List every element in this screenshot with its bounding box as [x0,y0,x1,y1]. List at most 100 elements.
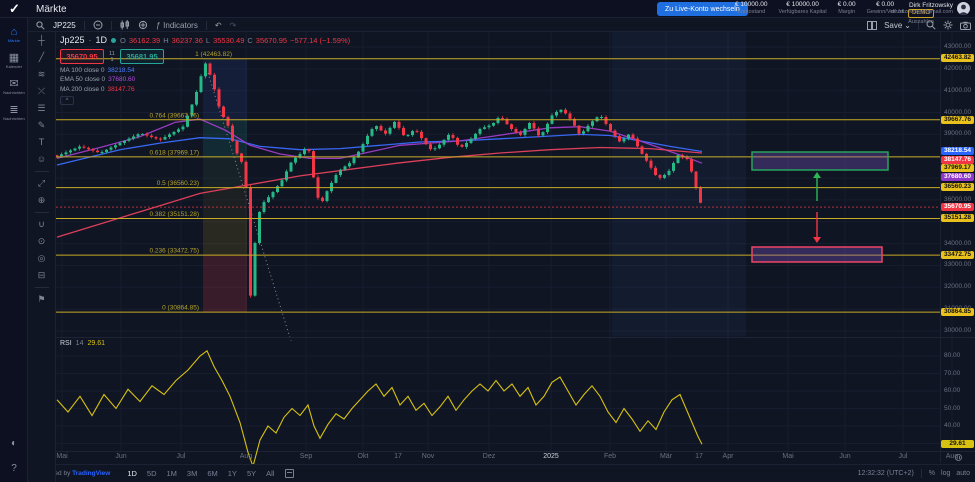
market-open-dot [111,37,117,43]
calendar-icon: ▦ [8,52,20,64]
rsi-grid-label: 60.00 [944,387,961,394]
scale-mode-log[interactable]: log [941,470,950,477]
price-label-chip: 37680.60 [941,173,974,181]
indicators-button[interactable]: ƒ Indicators [156,21,198,30]
scale-mode-%[interactable]: % [929,470,935,477]
eye-icon[interactable]: ◎ [28,250,55,267]
stat-label: Kontostand [737,9,766,15]
price-label-chip: 36560.23 [941,183,974,192]
account-stat: € 10000.00 Verfügbares Kapital [779,1,827,16]
buy-button[interactable]: 35681.95 [120,49,164,64]
demand-zone-box[interactable] [751,246,883,263]
chart-type-icon[interactable] [120,20,130,30]
price-grid-label: 43000.00 [944,43,972,50]
indicator-row[interactable]: EMA 50 close 0 37680.60 [60,76,350,83]
help-icon[interactable]: ? [0,463,28,474]
undo-icon[interactable]: ↶ [215,21,222,30]
drawing-toolbar: ┼ ╱ ≋ ⤫ ☰ ✎ T ☺ ⤢ ⊕ ∪ ⊙ ◎ ⊟ ⚑ [28,32,56,482]
range-3m[interactable]: 3M [184,468,200,479]
sidebar-item-nachrichten[interactable]: ≣ Nachrichten [0,104,28,122]
mail-icon: ✉ [9,78,19,90]
svg-text:0.382 (35151.28): 0.382 (35151.28) [149,211,199,218]
range-1y[interactable]: 1Y [225,468,240,479]
indicator-value: 37680.60 [108,76,136,83]
time-label: 2025 [543,453,559,460]
price-label-chip: 39667.76 [941,115,974,124]
time-label: Jun [839,453,851,460]
range-all[interactable]: All [263,468,277,479]
rsi-grid-label: 70.00 [944,369,961,377]
news-icon: ≣ [9,104,19,116]
spread-value: 11 1 [109,50,115,63]
sidebar-item-märkte[interactable]: ⌂ Märkte [0,26,28,44]
price-axis[interactable] [940,32,975,463]
nav-bottom: ◐? [0,424,28,474]
brush-icon[interactable]: ✎ [28,117,55,134]
symbol-name[interactable]: JP225 [53,21,76,30]
price-label-chip: 38218.54 [941,147,974,156]
tradingview-brand: TradingView [72,470,111,477]
clock-icon[interactable] [955,454,962,461]
indicator-row[interactable]: MA 200 close 0 38147.76 [60,86,350,93]
forecast-icon[interactable]: ☰ [28,100,55,117]
range-5y[interactable]: 5Y [244,468,259,479]
time-label: Mai [56,453,68,460]
magnet-icon[interactable]: ∪ [28,216,55,233]
page-title: Märkte [36,4,67,15]
time-label: Mai [782,453,794,460]
zoom-in-icon[interactable]: ⊕ [28,192,55,209]
supply-zone-box[interactable] [751,151,889,171]
sidebar-item-nachrichten[interactable]: ✉ Nachrichten [0,78,28,96]
price-label-chip: 33472.75 [941,250,974,259]
layout-icon[interactable] [867,20,878,30]
sidebar-item-kalender[interactable]: ▦ Kalender [0,52,28,70]
compare-icon[interactable] [138,20,148,30]
time-label: Apr [722,453,734,460]
range-5d[interactable]: 5D [144,468,160,479]
time-label: Aug [239,453,253,460]
theme-toggle-icon[interactable]: ◐ [0,438,28,449]
home-icon: ⌂ [10,26,18,38]
save-button[interactable]: Save ⌄ [884,21,911,30]
price-label-chip: 35670.95 [941,202,974,211]
emoji-icon[interactable]: ☺ [28,151,55,168]
avatar[interactable] [957,2,970,15]
tag-icon[interactable]: ⊟ [28,267,55,284]
ohlc-values: O 36162.39 H 36237.36 L 35530.49 C 35670.95 … [120,35,351,45]
sell-button[interactable]: 35670.95 [60,49,104,64]
rsi-name[interactable]: RSI [60,340,72,347]
indicator-row[interactable]: MA 100 close 0 38218.54 [60,67,350,74]
indicator-name: EMA 50 close 0 [60,76,106,83]
timezone-clock[interactable]: 12:32:32 (UTC+2) [858,470,914,477]
flag-icon[interactable]: ⚑ [28,291,55,308]
symbol-search-icon[interactable] [36,20,45,30]
svg-text:0 (30864.85): 0 (30864.85) [162,305,199,312]
sidebar-item-label: Nachrichten [3,116,25,121]
redo-icon[interactable]: ↷ [230,21,237,30]
pattern-icon[interactable]: ⤫ [28,83,55,100]
chart-toolbar: JP225 ƒ Indicators ↶ ↷ Save ⌄ [28,18,975,32]
lock-icon[interactable]: ⊙ [28,233,55,250]
legend-collapse-button[interactable]: ^ [60,95,74,105]
scale-mode-auto[interactable]: auto [956,470,970,477]
range-6m[interactable]: 6M [204,468,220,479]
legend-symbol[interactable]: Jp225 [60,35,85,45]
range-1m[interactable]: 1M [164,468,180,479]
fib-retracement-icon[interactable]: ≋ [28,66,55,83]
cursor-icon[interactable]: ┼ [28,32,55,49]
text-tool-icon[interactable]: T [28,134,55,151]
measure-icon[interactable]: ⤢ [28,175,55,192]
rsi-grid-label: 40.00 [944,422,961,429]
indicator-name: MA 200 close 0 [60,85,105,93]
user-info: Dirk Fritzowsky dir.fritzowsky@gmail.com [891,2,953,16]
svg-text:0.5 (36560.23): 0.5 (36560.23) [157,180,199,187]
go-to-date-icon[interactable] [285,469,295,478]
trendline-icon[interactable]: ╱ [28,49,55,66]
payout-link[interactable]: Auszahlen [908,19,934,26]
snapshot-camera-icon[interactable] [960,21,971,30]
price-label-chip: 42463.82 [941,54,974,63]
range-1d[interactable]: 1D [124,468,140,479]
interval-minus-icon[interactable] [93,20,103,30]
settings-gear-icon[interactable] [943,20,953,30]
legend-interval[interactable]: 1D [96,35,108,45]
